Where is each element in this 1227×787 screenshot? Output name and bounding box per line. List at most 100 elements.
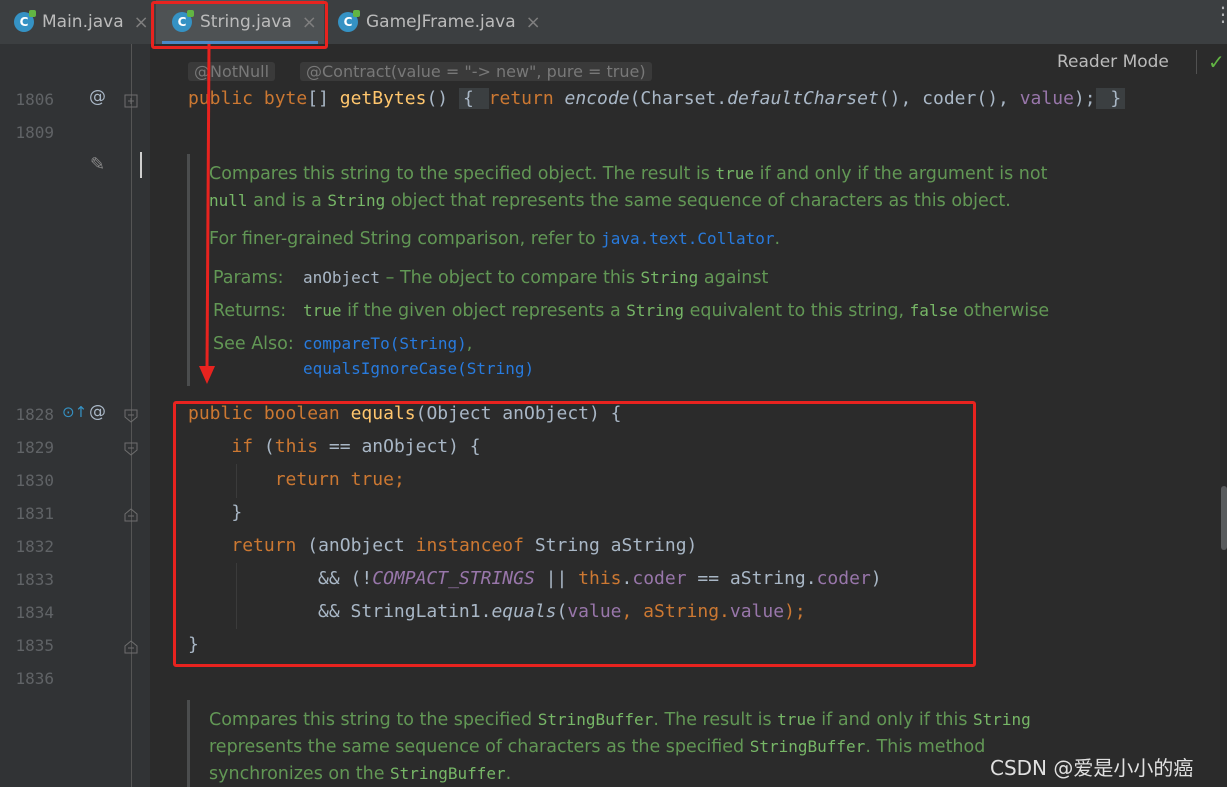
doc-see-also-label: See Also: <box>213 334 294 354</box>
doc-text: . The result is <box>653 710 778 730</box>
doc-code: StringBuffer <box>749 737 866 756</box>
line-number: 1833 <box>15 570 54 589</box>
doc-params-label: Params: <box>213 268 284 288</box>
line-number: 1835 <box>15 636 54 655</box>
inlay-contract-hint[interactable]: @Contract(value = "-> new", pure = true) <box>300 62 652 81</box>
doc-paragraph: For finer-grained String comparison, ref… <box>209 229 780 249</box>
line-number: 1830 <box>15 471 54 490</box>
doc-text: and is a <box>247 191 328 211</box>
tab-label: Main.java <box>42 12 124 32</box>
code-token: encode <box>564 88 630 109</box>
code-token: ); <box>1073 88 1096 109</box>
doc-link-compareto[interactable]: compareTo(String) <box>303 334 467 353</box>
csdn-watermark: CSDN @爱是小小的癌 <box>990 756 1194 780</box>
doc-text: if and only if this <box>815 710 973 730</box>
doc-code: true <box>303 301 342 320</box>
line-number: 1806 <box>15 90 54 109</box>
code-token: (), coder(), <box>878 88 1020 109</box>
doc-code: String <box>626 301 685 320</box>
tab-gamejframe-java[interactable]: C GameJFrame.java × <box>338 0 558 44</box>
vertical-scrollbar-thumb[interactable] <box>1221 486 1227 550</box>
collapse-fold-icon[interactable] <box>124 409 138 423</box>
overrides-method-icon[interactable]: ⊙↑ <box>62 403 87 421</box>
doc-text: equivalent to this string, <box>684 301 910 321</box>
toolbar-separator <box>1196 50 1197 74</box>
javadoc-equals: Compares this string to the specified ob… <box>187 154 1130 386</box>
code-token: [] <box>307 88 340 109</box>
tab-main-java[interactable]: C Main.java × <box>0 0 167 44</box>
line-number: 1809 <box>15 123 54 142</box>
doc-code: true <box>777 710 816 729</box>
folded-brace[interactable]: } <box>1095 88 1126 109</box>
doc-code: String <box>640 268 699 287</box>
line-number: 1831 <box>15 504 54 523</box>
line-number: 1829 <box>15 438 54 457</box>
code-token: (Charset. <box>629 88 728 109</box>
doc-text: otherwise <box>957 301 1050 321</box>
doc-text: represents the same sequence of characte… <box>209 737 750 757</box>
javadoc-contentequals: Compares this string to the specified St… <box>187 700 1130 787</box>
code-token: () <box>426 88 459 109</box>
more-options-icon[interactable]: ⋮ <box>1213 4 1227 24</box>
doc-paragraph: Compares this string to the specified ob… <box>209 164 1047 184</box>
doc-code: String <box>973 710 1031 729</box>
code-line-1806[interactable]: public byte[] getBytes() { return encode… <box>188 88 1126 109</box>
doc-text: synchronizes on the <box>209 764 391 784</box>
annotation-at-icon[interactable]: @ <box>89 87 106 107</box>
doc-text: Compares this string to the specified ob… <box>209 164 716 184</box>
java-class-icon: C <box>338 10 360 32</box>
highlight-box-tab <box>151 1 328 49</box>
code-token: value <box>1019 88 1074 109</box>
doc-text: if and only if the argument is not <box>754 164 1048 184</box>
code-token: getBytes <box>339 88 427 109</box>
edit-pencil-icon[interactable]: ✎ <box>90 154 105 175</box>
doc-text: , <box>466 334 473 354</box>
doc-params-value: anObject – The object to compare this St… <box>303 268 768 288</box>
doc-code: true <box>715 164 755 183</box>
highlight-box-equals-method <box>173 401 976 667</box>
line-number: 1834 <box>15 603 54 622</box>
doc-see-also-value: compareTo(String), <box>303 334 472 354</box>
folded-brace[interactable]: { <box>458 88 489 109</box>
line-number: 1832 <box>15 537 54 556</box>
doc-returns-value: true if the given object represents a St… <box>303 301 1049 321</box>
doc-paragraph: null and is a String object that represe… <box>209 191 1011 211</box>
doc-text: . <box>505 764 512 784</box>
close-icon[interactable]: × <box>526 12 541 33</box>
code-token: return <box>488 88 554 109</box>
doc-code: StringBuffer <box>390 764 506 783</box>
code-token: defaultCharset <box>727 88 879 109</box>
doc-text: if the given object represents a <box>341 301 627 321</box>
annotation-at-icon[interactable]: @ <box>89 402 106 422</box>
doc-link-collator[interactable]: java.text.Collator <box>601 229 774 248</box>
expand-fold-icon[interactable] <box>124 94 138 108</box>
doc-code: false <box>909 301 958 320</box>
fold-end-icon[interactable] <box>124 640 138 654</box>
doc-paragraph: represents the same sequence of characte… <box>209 737 985 757</box>
doc-see-also-value: equalsIgnoreCase(String) <box>303 359 534 379</box>
reader-mode-button[interactable]: Reader Mode <box>1057 52 1169 72</box>
tab-label: GameJFrame.java <box>366 12 516 32</box>
code-token: byte <box>263 88 308 109</box>
doc-text: against <box>698 268 769 288</box>
doc-text: object that represents the same sequence… <box>385 191 1011 211</box>
collapse-fold-icon[interactable] <box>124 442 138 456</box>
doc-code: String <box>327 191 386 210</box>
caret <box>140 152 142 178</box>
line-number: 1828 <box>15 405 54 424</box>
close-icon[interactable]: × <box>134 12 149 33</box>
doc-text: – The object to compare this <box>380 268 641 288</box>
fold-end-icon[interactable] <box>124 508 138 522</box>
annotation-arrow <box>199 44 215 384</box>
java-class-icon: C <box>14 10 36 32</box>
doc-code: StringBuffer <box>537 710 654 729</box>
doc-returns-label: Returns: <box>213 301 287 321</box>
inspection-ok-icon[interactable]: ✓ <box>1208 50 1225 74</box>
doc-paragraph: synchronizes on the StringBuffer. <box>209 764 511 784</box>
doc-paragraph: Compares this string to the specified St… <box>209 710 1031 730</box>
doc-link-equalsignorecase[interactable]: equalsIgnoreCase(String) <box>303 359 534 378</box>
doc-text: . This method <box>865 737 986 757</box>
line-number: 1836 <box>15 669 54 688</box>
doc-text: For finer-grained String comparison, ref… <box>209 229 602 249</box>
